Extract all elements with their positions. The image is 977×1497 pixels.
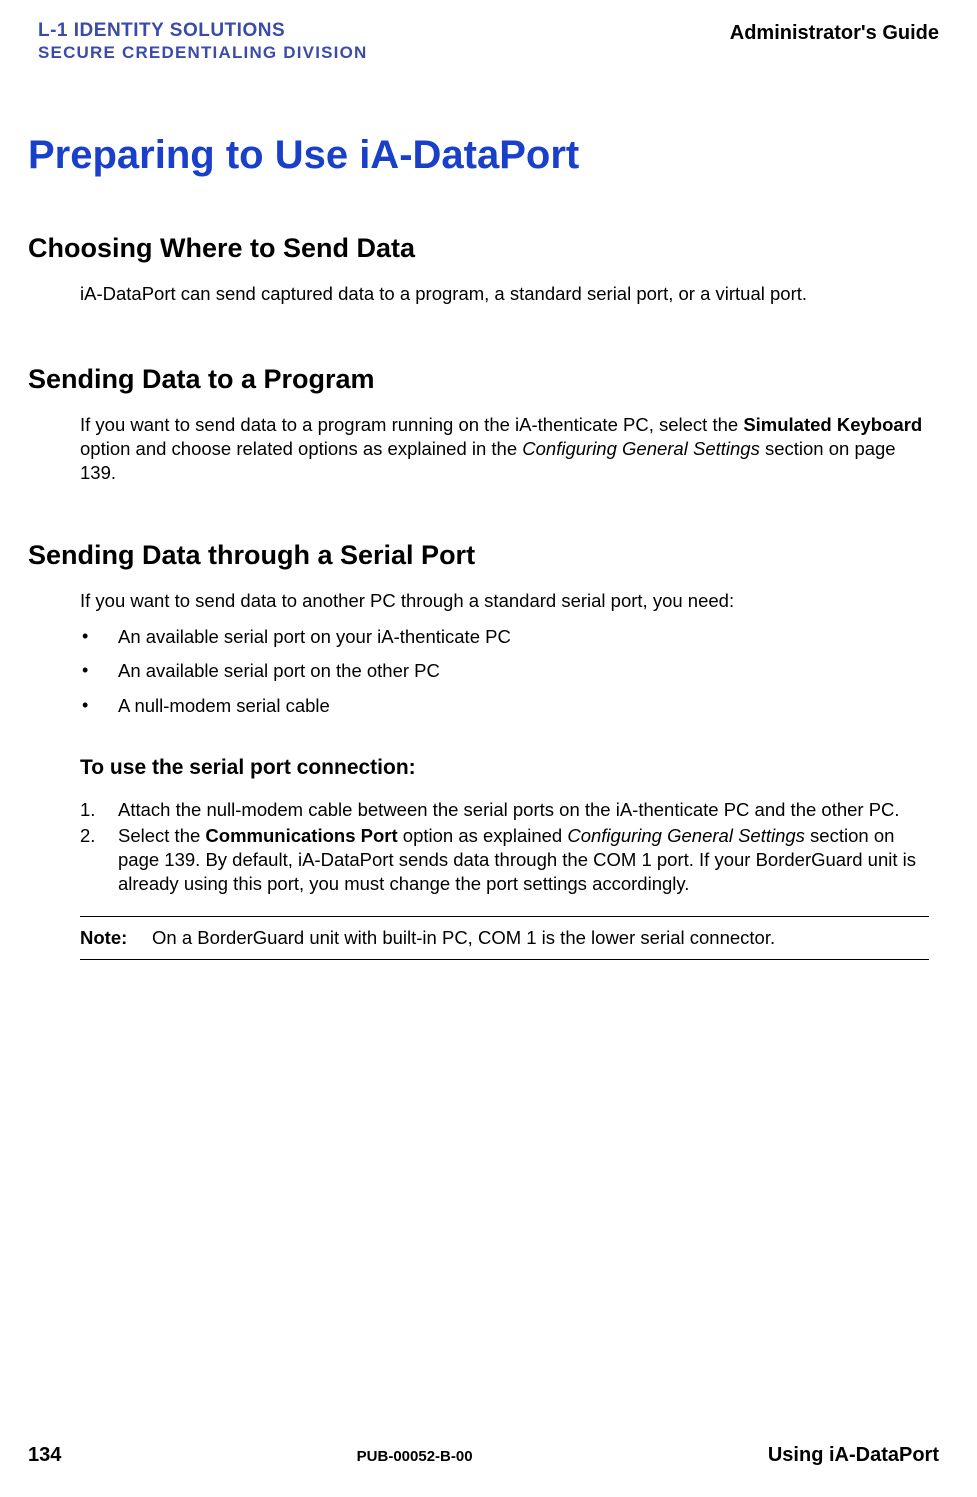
logo-line1: L-1 IDENTITY SOLUTIONS — [38, 20, 368, 43]
note-label: Note: — [80, 927, 152, 949]
section-title: Using iA-DataPort — [768, 1444, 939, 1467]
text-italic: Configuring General Settings — [522, 438, 760, 459]
section-heading-choosing: Choosing Where to Send Data — [28, 233, 939, 264]
page-title: Preparing to Use iA-DataPort — [28, 133, 939, 178]
sub-heading: To use the serial port connection: — [80, 756, 929, 780]
page-header: L-1 IDENTITY SOLUTIONS SECURE CREDENTIAL… — [38, 20, 939, 63]
bullet-list: An available serial port on your iA-then… — [80, 625, 929, 717]
logo-company: IDENTITY SOLUTIONS — [74, 20, 285, 41]
list-item: An available serial port on the other PC — [80, 659, 929, 683]
publication-id: PUB-00052-B-00 — [357, 1448, 473, 1465]
paragraph: If you want to send data to another PC t… — [80, 589, 929, 613]
step-text: Attach the null-modem cable between the … — [118, 799, 900, 820]
section-heading-serial: Sending Data through a Serial Port — [28, 540, 939, 571]
list-item: 1. Attach the null-modem cable between t… — [80, 798, 929, 822]
text: If you want to send data to a program ru… — [80, 414, 743, 435]
logo-prefix: L-1 — [38, 20, 74, 41]
paragraph: If you want to send data to a program ru… — [80, 413, 929, 485]
list-item: 2. Select the Communications Port option… — [80, 824, 929, 896]
note-block: Note: On a BorderGuard unit with built-i… — [80, 916, 929, 960]
page-footer: 134 PUB-00052-B-00 Using iA-DataPort — [28, 1444, 939, 1467]
section-heading-program: Sending Data to a Program — [28, 364, 939, 395]
paragraph: iA-DataPort can send captured data to a … — [80, 282, 929, 306]
step-text: Select the Communications Port option as… — [118, 825, 916, 894]
guide-title: Administrator's Guide — [730, 22, 939, 45]
logo: L-1 IDENTITY SOLUTIONS SECURE CREDENTIAL… — [38, 20, 368, 63]
list-item: An available serial port on your iA-then… — [80, 625, 929, 649]
note-text: On a BorderGuard unit with built-in PC, … — [152, 927, 775, 949]
logo-division: SECURE CREDENTIALING DIVISION — [38, 43, 368, 63]
list-item: A null-modem serial cable — [80, 694, 929, 718]
step-number: 1. — [80, 798, 95, 822]
text-bold: Simulated Keyboard — [743, 414, 922, 435]
numbered-list: 1. Attach the null-modem cable between t… — [80, 798, 929, 896]
text: option and choose related options as exp… — [80, 438, 522, 459]
page-number: 134 — [28, 1444, 61, 1467]
step-number: 2. — [80, 824, 95, 848]
